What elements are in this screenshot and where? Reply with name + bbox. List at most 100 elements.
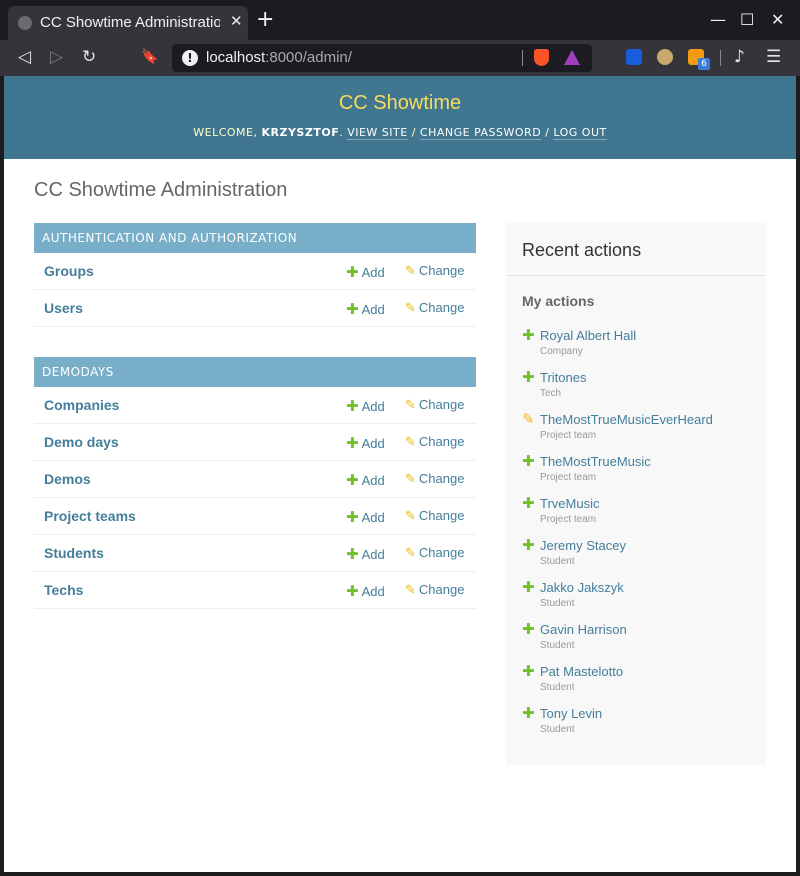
model-link-demo-days[interactable]: Demo days: [44, 434, 119, 450]
info-icon[interactable]: !: [182, 50, 198, 66]
add-groups-button[interactable]: ✚ Add: [346, 263, 385, 281]
add-students-button[interactable]: ✚ Add: [346, 545, 385, 563]
recent-action-link[interactable]: Royal Albert Hall: [540, 328, 636, 343]
view-site-link[interactable]: VIEW SITE: [347, 126, 408, 140]
module-caption[interactable]: DEMODAYS: [34, 357, 476, 387]
change-password-link[interactable]: CHANGE PASSWORD: [419, 126, 542, 140]
recent-actions-title: Recent actions: [522, 240, 642, 260]
recent-action-item: ✚ TheMostTrueMusic Project team: [522, 452, 762, 492]
model-link-groups[interactable]: Groups: [44, 263, 94, 279]
recent-action-link[interactable]: TheMostTrueMusic: [540, 454, 651, 469]
change-users-button[interactable]: ✎ Change: [405, 300, 464, 316]
tab-bar: CC Showtime Administration ✕ + — ☐ ✕: [0, 0, 800, 40]
add-icon: ✚: [522, 620, 535, 638]
plus-icon: ✚: [346, 471, 359, 489]
change-label: Change: [418, 434, 465, 449]
add-demos-button[interactable]: ✚ Add: [346, 471, 385, 489]
recent-action-link[interactable]: TheMostTrueMusicEverHeard: [540, 412, 713, 427]
recent-action-item: ✚ TrveMusic Project team: [522, 494, 762, 534]
change-label: Change: [418, 508, 465, 523]
browser-toolbar: ◁ ▷ ↻ 🔖 ! localhost:8000/admin/ 6 ♪ ☰: [0, 40, 800, 76]
add-techs-button[interactable]: ✚ Add: [346, 582, 385, 600]
change-label: Change: [418, 582, 465, 597]
change-groups-button[interactable]: ✎ Change: [405, 263, 464, 279]
add-project-teams-button[interactable]: ✚ Add: [346, 508, 385, 526]
model-row-companies: Companies ✚ Add ✎ Change: [34, 387, 476, 424]
plus-icon: ✚: [346, 263, 359, 281]
model-link-companies[interactable]: Companies: [44, 397, 119, 413]
bitwarden-icon[interactable]: [626, 49, 642, 65]
add-label: Add: [361, 510, 385, 525]
recent-action-item: ✎ TheMostTrueMusicEverHeard Project team: [522, 410, 762, 450]
minimize-icon[interactable]: —: [710, 10, 726, 29]
brave-shield-icon[interactable]: [534, 49, 549, 66]
add-companies-button[interactable]: ✚ Add: [346, 397, 385, 415]
url-host: localhost: [206, 49, 266, 66]
plus-icon: ✚: [346, 397, 359, 415]
url-separator: [522, 50, 523, 66]
tab-admin[interactable]: CC Showtime Administration ✕: [8, 6, 248, 40]
recent-action-model: Project team: [540, 472, 597, 483]
recent-action-link[interactable]: Jeremy Stacey: [540, 538, 626, 553]
pencil-icon: ✎: [405, 583, 416, 598]
recent-action-link[interactable]: Tritones: [540, 370, 586, 385]
model-row-users: Users ✚ Add ✎ Change: [34, 290, 476, 327]
model-row-demo-days: Demo days ✚ Add ✎ Change: [34, 424, 476, 461]
url-text[interactable]: localhost:8000/admin/: [206, 49, 352, 66]
bookmark-icon[interactable]: 🔖: [141, 47, 158, 67]
model-link-demos[interactable]: Demos: [44, 471, 91, 487]
brave-rewards-icon[interactable]: [564, 50, 580, 65]
recent-action-model: Tech: [540, 388, 562, 399]
welcome-text: WELCOME,: [193, 126, 258, 139]
recent-action-link[interactable]: TrveMusic: [540, 496, 599, 511]
change-companies-button[interactable]: ✎ Change: [405, 397, 464, 413]
site-name[interactable]: CC Showtime: [4, 92, 796, 115]
add-icon: ✚: [522, 536, 535, 554]
recent-action-item: ✚ Pat Mastelotto Student: [522, 662, 762, 702]
model-link-students[interactable]: Students: [44, 545, 104, 561]
tab-title: CC Showtime Administration: [40, 14, 220, 31]
change-students-button[interactable]: ✎ Change: [405, 545, 464, 561]
model-link-users[interactable]: Users: [44, 300, 83, 316]
back-icon[interactable]: ◁: [18, 47, 31, 67]
add-label: Add: [361, 584, 385, 599]
add-users-button[interactable]: ✚ Add: [346, 300, 385, 318]
new-tab-icon[interactable]: +: [256, 9, 274, 31]
change-demo-days-button[interactable]: ✎ Change: [405, 434, 464, 450]
change-label: Change: [418, 545, 465, 560]
owl-extension-icon[interactable]: [657, 49, 673, 65]
change-demos-button[interactable]: ✎ Change: [405, 471, 464, 487]
maximize-icon[interactable]: ☐: [740, 10, 754, 29]
recent-action-model: Project team: [540, 430, 597, 441]
model-row-project-teams: Project teams ✚ Add ✎ Change: [34, 498, 476, 535]
add-label: Add: [361, 399, 385, 414]
separator: /: [545, 126, 550, 139]
change-label: Change: [418, 263, 465, 278]
recent-action-model: Student: [540, 682, 575, 693]
forward-icon[interactable]: ▷: [50, 47, 63, 67]
recent-action-link[interactable]: Jakko Jakszyk: [540, 580, 624, 595]
model-link-techs[interactable]: Techs: [44, 582, 83, 598]
recent-action-model: Student: [540, 640, 575, 651]
playlist-icon[interactable]: ♪: [734, 47, 745, 67]
recent-action-link[interactable]: Gavin Harrison: [540, 622, 627, 637]
recent-action-item: ✚ Tritones Tech: [522, 368, 762, 408]
add-demo-days-button[interactable]: ✚ Add: [346, 434, 385, 452]
change-project-teams-button[interactable]: ✎ Change: [405, 508, 464, 524]
pencil-icon: ✎: [405, 546, 416, 561]
recent-action-link[interactable]: Pat Mastelotto: [540, 664, 623, 679]
rss-badge: 6: [698, 58, 710, 70]
module-caption[interactable]: AUTHENTICATION AND AUTHORIZATION: [34, 223, 476, 253]
reload-icon[interactable]: ↻: [82, 47, 96, 67]
recent-action-model: Company: [540, 346, 583, 357]
log-out-link[interactable]: LOG OUT: [553, 126, 607, 140]
menu-icon[interactable]: ☰: [766, 47, 781, 67]
change-techs-button[interactable]: ✎ Change: [405, 582, 464, 598]
window-close-icon[interactable]: ✕: [771, 10, 784, 29]
tab-close-icon[interactable]: ✕: [230, 12, 243, 30]
username: KRZYSZTOF: [261, 126, 340, 139]
add-icon: ✚: [522, 494, 535, 512]
model-link-project-teams[interactable]: Project teams: [44, 508, 136, 524]
url-bar[interactable]: ! localhost:8000/admin/: [172, 44, 592, 72]
recent-action-link[interactable]: Tony Levin: [540, 706, 602, 721]
